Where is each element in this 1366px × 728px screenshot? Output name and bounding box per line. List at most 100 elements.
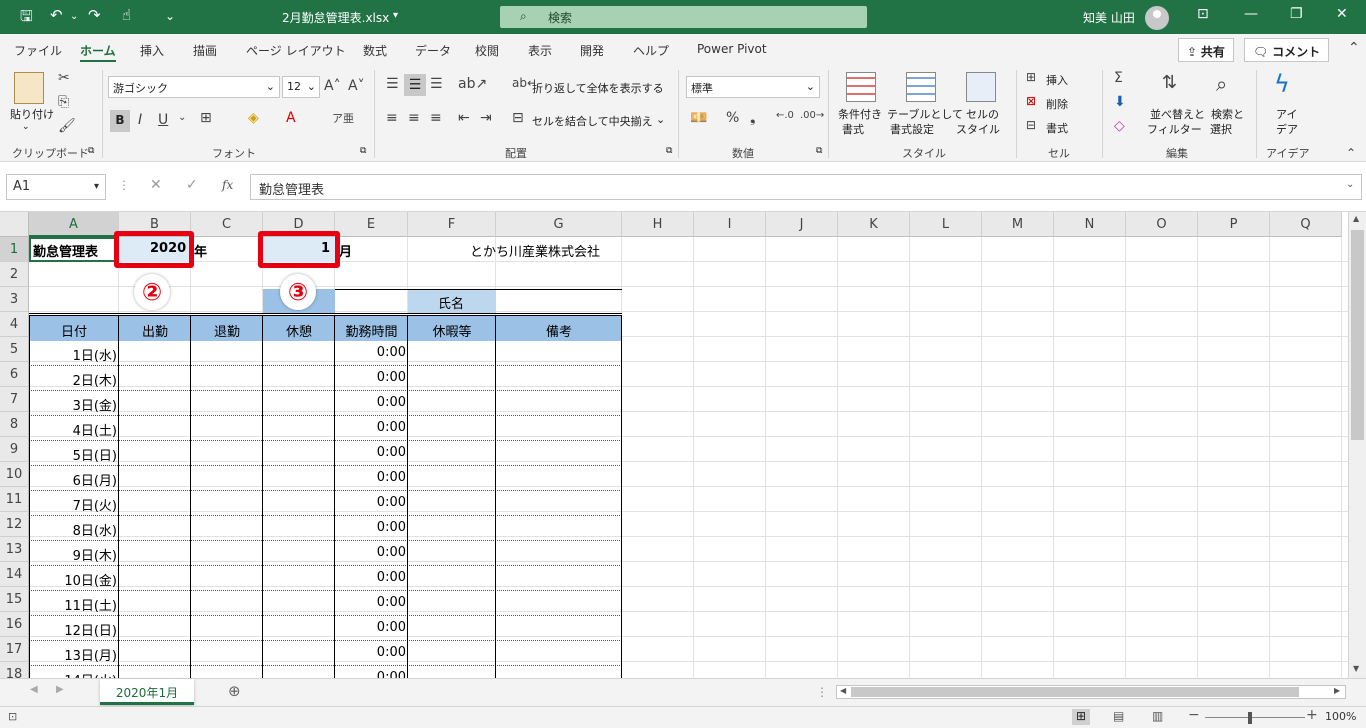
ideas-icon[interactable]: ϟ: [1274, 70, 1290, 98]
search-box[interactable]: ⌕ 検索: [500, 6, 867, 28]
wrap-text-button[interactable]: 折り返して全体を表示する: [532, 80, 664, 96]
insert-cells-icon[interactable]: ⊞: [1026, 70, 1036, 84]
enter-icon[interactable]: ✓: [186, 177, 198, 193]
date-cell[interactable]: 4日(土): [29, 420, 117, 439]
cell-a1-title[interactable]: 勤怠管理表: [33, 241, 98, 260]
ideas-label-2[interactable]: デア: [1276, 121, 1298, 137]
work-hours-cell[interactable]: 0:00: [335, 595, 406, 610]
orientation-icon[interactable]: ab↗: [458, 76, 487, 92]
date-cell[interactable]: 10日(金): [29, 570, 117, 589]
work-hours-cell[interactable]: 0:00: [335, 395, 406, 410]
clear-icon[interactable]: ◇: [1114, 118, 1125, 134]
minimize-icon[interactable]: —: [1244, 6, 1258, 22]
find-select-label-2[interactable]: 選択: [1210, 121, 1232, 137]
zoom-slider[interactable]: [1205, 717, 1305, 718]
row-header-9[interactable]: 9: [0, 437, 29, 462]
work-hours-cell[interactable]: 0:00: [335, 670, 406, 678]
column-header-j[interactable]: J: [766, 212, 838, 237]
tab-home[interactable]: ホーム: [80, 42, 116, 62]
conditional-formatting-label-1[interactable]: 条件付き: [838, 106, 882, 122]
font-name-select[interactable]: 游ゴシック ⌄: [108, 76, 280, 98]
normal-view-icon[interactable]: ⊞: [1072, 709, 1090, 725]
row-header-17[interactable]: 17: [0, 637, 29, 662]
conditional-formatting-label-2[interactable]: 書式: [842, 121, 864, 137]
work-hours-cell[interactable]: 0:00: [335, 520, 406, 535]
scroll-right-icon[interactable]: ▶: [1334, 686, 1340, 695]
header-work-hours[interactable]: 勤務時間: [335, 316, 408, 341]
date-cell[interactable]: 13日(月): [29, 645, 117, 664]
align-center-icon[interactable]: ≡: [408, 110, 420, 126]
tab-data[interactable]: データ: [415, 42, 451, 59]
conditional-formatting-icon[interactable]: [846, 72, 876, 102]
tab-review[interactable]: 校閲: [475, 42, 499, 59]
close-icon[interactable]: ✕: [1336, 6, 1348, 22]
format-cells-button[interactable]: 書式: [1046, 120, 1068, 136]
undo-dropdown-icon[interactable]: ⌄: [70, 11, 78, 22]
row-header-3[interactable]: 3: [0, 287, 29, 312]
ribbon-collapse-icon[interactable]: ⌃: [1346, 146, 1356, 160]
scroll-down-icon[interactable]: ▼: [1353, 664, 1359, 673]
cancel-icon[interactable]: ✕: [150, 177, 162, 193]
zoom-out-icon[interactable]: −: [1188, 707, 1200, 723]
alignment-launcher-icon[interactable]: ⧉: [666, 146, 672, 156]
expand-formula-icon[interactable]: ⌄: [1346, 179, 1354, 190]
work-hours-cell[interactable]: 0:00: [335, 645, 406, 660]
cell-name-label[interactable]: 氏名: [438, 293, 464, 312]
cell-e1-month-label[interactable]: 月: [339, 241, 352, 260]
touch-mode-icon[interactable]: ☝: [122, 6, 131, 24]
currency-icon[interactable]: 💴: [690, 110, 707, 126]
ideas-label-1[interactable]: アイ: [1276, 106, 1297, 122]
date-cell[interactable]: 7日(火): [29, 495, 117, 514]
header-clock-out[interactable]: 退勤: [191, 316, 263, 341]
underline-button[interactable]: U: [158, 112, 168, 128]
insert-function-icon[interactable]: fx: [222, 178, 233, 192]
format-as-table-label-1[interactable]: テーブルとして: [887, 106, 963, 122]
tab-help[interactable]: ヘルプ: [633, 42, 669, 59]
header-break[interactable]: 休憩: [263, 316, 335, 341]
cell-c1-year-label[interactable]: 年: [194, 241, 207, 260]
increase-decimal-icon[interactable]: ←.0: [776, 110, 794, 121]
user-name[interactable]: 知美 山田: [1083, 9, 1135, 26]
delete-cells-icon[interactable]: ⊠: [1026, 94, 1036, 108]
merge-dropdown-icon[interactable]: ⌄: [656, 113, 665, 126]
find-select-label-1[interactable]: 検索と: [1211, 106, 1244, 122]
underline-dropdown-icon[interactable]: ⌄: [178, 112, 186, 123]
bold-button[interactable]: B: [110, 110, 130, 132]
work-hours-cell[interactable]: 0:00: [335, 495, 406, 510]
align-bottom-icon[interactable]: ☰: [430, 76, 443, 92]
column-header-f[interactable]: F: [408, 212, 496, 237]
collapse-ribbon-icon[interactable]: ⌃: [1348, 40, 1360, 56]
date-cell[interactable]: 1日(水): [29, 345, 117, 364]
fill-icon[interactable]: ⬇: [1114, 94, 1126, 110]
column-header-i[interactable]: I: [694, 212, 766, 237]
column-header-p[interactable]: P: [1198, 212, 1270, 237]
horizontal-scrollbar[interactable]: ◀ ▶: [836, 685, 1346, 699]
autosum-icon[interactable]: Σ: [1114, 70, 1123, 86]
page-layout-view-icon[interactable]: ▤: [1113, 709, 1124, 723]
cell-styles-label-1[interactable]: セルの: [966, 106, 999, 122]
undo-icon[interactable]: ↶: [50, 6, 63, 24]
ribbon-display-icon[interactable]: ⊡: [1197, 6, 1209, 22]
find-select-icon[interactable]: ⌕: [1216, 72, 1227, 96]
paste-icon[interactable]: [14, 72, 44, 104]
prev-sheet-icon[interactable]: ◀: [30, 684, 38, 695]
date-cell[interactable]: 6日(月): [29, 470, 117, 489]
zoom-in-icon[interactable]: +: [1306, 707, 1318, 723]
row-header-18[interactable]: 18: [0, 662, 29, 678]
number-launcher-icon[interactable]: ⧉: [816, 146, 822, 156]
row-header-2[interactable]: 2: [0, 262, 29, 287]
increase-font-icon[interactable]: A˄: [324, 78, 341, 94]
increase-indent-icon[interactable]: ⇥: [480, 110, 492, 126]
horizontal-scroll-thumb[interactable]: [851, 687, 1299, 697]
tab-file[interactable]: ファイル: [14, 42, 62, 59]
decrease-decimal-icon[interactable]: .00→: [800, 110, 824, 121]
tab-split-icon[interactable]: ⋮: [816, 685, 828, 699]
formula-input[interactable]: 勤怠管理表: [250, 174, 1362, 200]
font-size-select[interactable]: 12 ⌄: [282, 76, 320, 98]
vertical-scroll-thumb[interactable]: [1351, 230, 1364, 440]
phonetic-icon[interactable]: ア亜: [332, 110, 354, 126]
row-header-15[interactable]: 15: [0, 587, 29, 612]
format-painter-icon[interactable]: 🖌: [58, 118, 76, 134]
select-all-button[interactable]: [0, 212, 29, 237]
header-clock-in[interactable]: 出勤: [119, 316, 191, 341]
